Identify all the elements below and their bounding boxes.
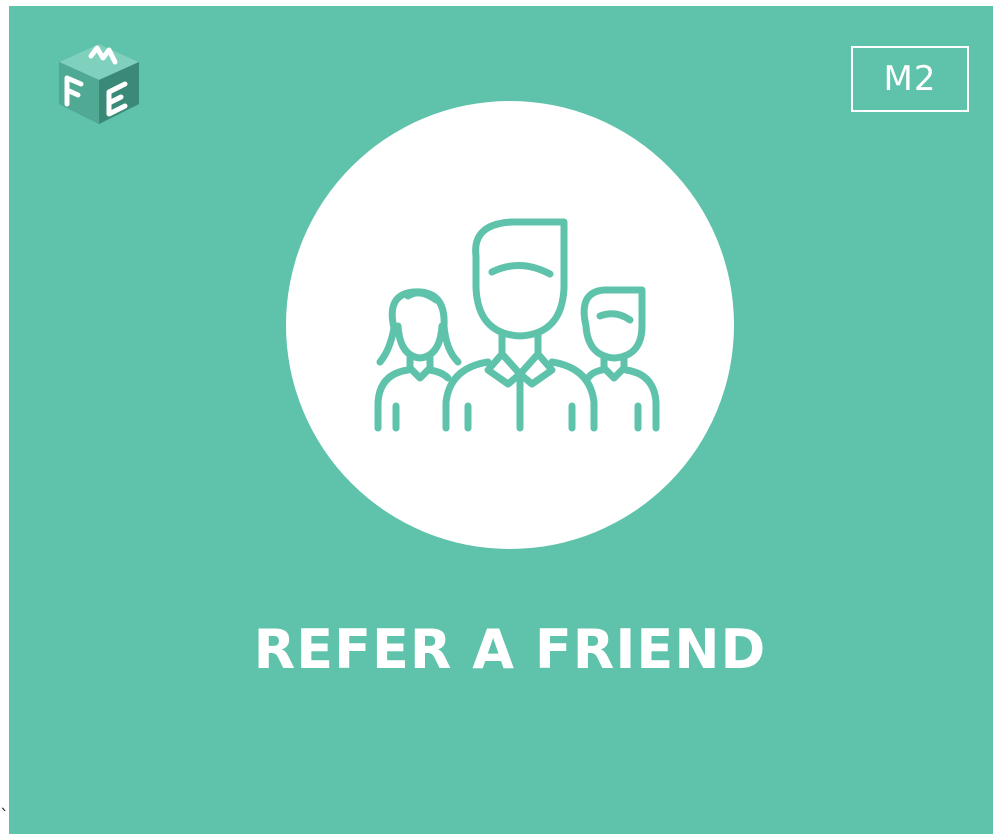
stray-backtick: ` [0, 806, 9, 827]
fme-logo-icon [53, 42, 145, 126]
product-banner: M2 REFER A FRIEND [9, 6, 993, 834]
page-frame: M2 REFER A FRIEND ` [0, 0, 1000, 834]
product-title: REFER A FRIEND [253, 618, 767, 681]
group-of-people-icon [364, 216, 664, 441]
version-badge: M2 [851, 46, 969, 112]
